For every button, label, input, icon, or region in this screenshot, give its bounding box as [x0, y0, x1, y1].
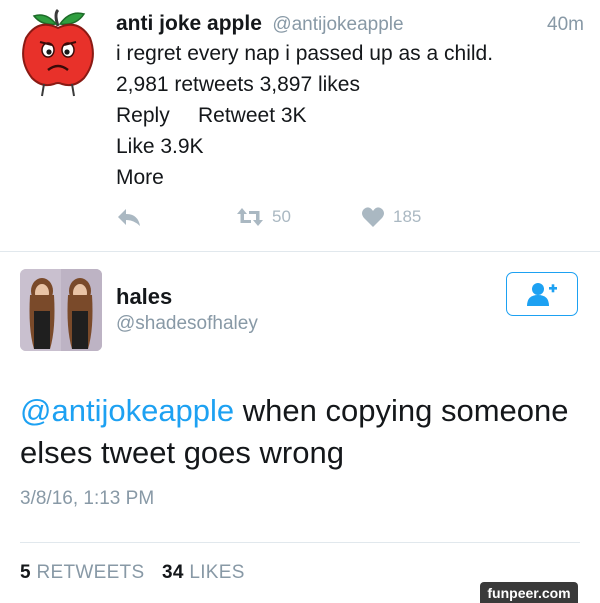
tweet-stats-line: 2,981 retweets 3,897 likes [116, 73, 360, 96]
watermark: funpeer.com [480, 582, 578, 603]
retweet-icon [237, 208, 263, 226]
follow-button[interactable] [506, 272, 578, 316]
author-name[interactable]: anti joke apple [116, 12, 262, 35]
retweet-line: Retweet 3K [198, 104, 307, 127]
retweet-count: 50 [272, 207, 291, 226]
more-line: More [116, 166, 164, 189]
tweet-date: 3/8/16, 1:13 PM [20, 488, 155, 509]
apple-avatar[interactable] [18, 8, 98, 98]
likes-count[interactable]: 34 [162, 562, 184, 583]
retweet-button[interactable]: 50 [236, 206, 291, 228]
tweet-action-bar: 50 185 [116, 206, 516, 236]
author-handle[interactable]: @shadesofhaley [116, 313, 258, 335]
likes-label[interactable]: LIKES [189, 562, 244, 583]
tweet-divider [0, 251, 600, 252]
tweet-header: anti joke apple @antijokeapple 40m [116, 12, 584, 40]
tweet-stats: 5 RETWEETS 34 LIKES [20, 562, 245, 584]
apple-character-icon [22, 8, 94, 97]
mention-link[interactable]: @antijokeapple [20, 393, 234, 428]
like-count: 185 [393, 207, 422, 226]
tweet-text: i regret every nap i passed up as a chil… [116, 42, 494, 65]
retweets-count[interactable]: 5 [20, 562, 31, 583]
tweet-timestamp[interactable]: 40m [547, 14, 584, 36]
reply-button[interactable] [116, 206, 142, 228]
avatar[interactable] [20, 269, 102, 351]
author-handle[interactable]: @antijokeapple [272, 14, 403, 35]
like-line: Like 3.9K [116, 135, 204, 158]
like-button[interactable]: 185 [361, 206, 421, 228]
tweet-anti-joke-apple: anti joke apple @antijokeapple 40m i reg… [0, 0, 600, 250]
stats-divider [20, 542, 580, 543]
tweet-text: @antijokeapple when copying someone else… [20, 390, 580, 474]
profile-photo-icon [20, 269, 102, 351]
reply-line: Reply [116, 104, 170, 127]
author-name[interactable]: hales [116, 284, 172, 310]
retweets-label[interactable]: RETWEETS [36, 562, 144, 583]
add-user-icon [527, 283, 557, 306]
heart-icon [362, 207, 384, 227]
reply-icon [118, 209, 140, 226]
